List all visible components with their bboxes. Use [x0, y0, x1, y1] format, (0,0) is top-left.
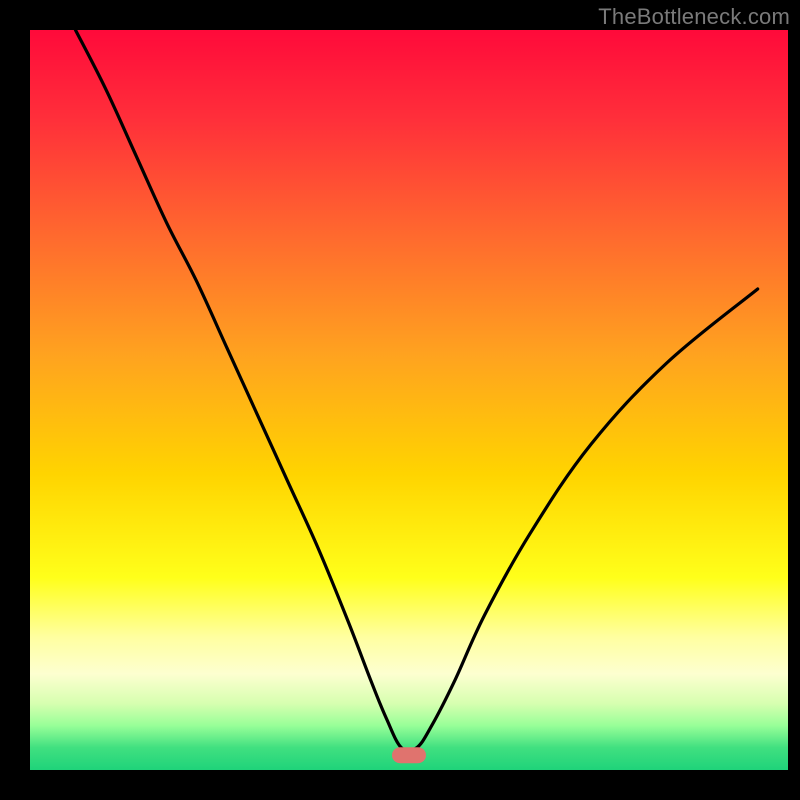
gradient-background [30, 30, 788, 770]
optimal-marker [392, 747, 426, 763]
watermark-label: TheBottleneck.com [598, 4, 790, 30]
chart-frame: TheBottleneck.com [0, 0, 800, 800]
bottleneck-chart [0, 0, 800, 800]
